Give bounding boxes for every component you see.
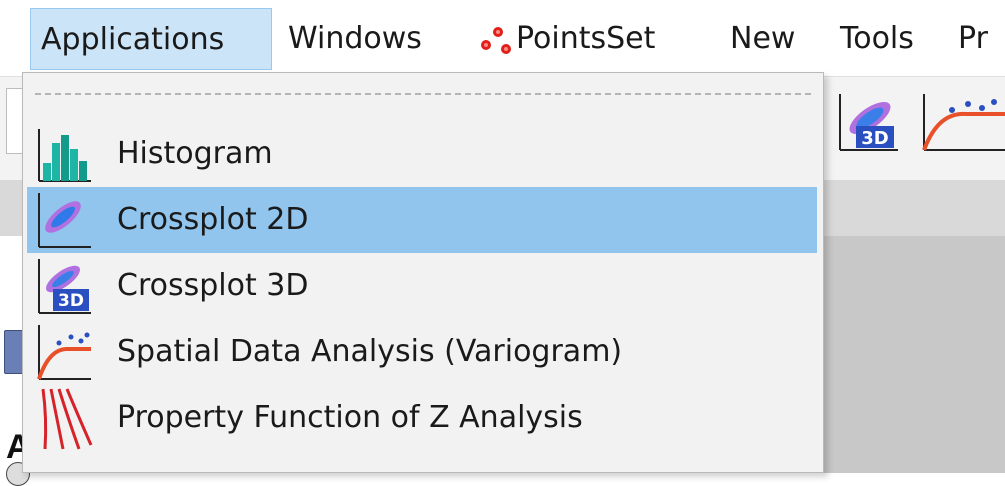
crossplot-3d-icon: 3D	[33, 253, 93, 319]
menu-pr-label: Pr	[958, 21, 988, 56]
menu-bar: Applications Windows PointsSet New Tools…	[0, 0, 1005, 76]
menu-item-property-function-z-label: Property Function of Z Analysis	[117, 400, 583, 435]
menu-pr-truncated[interactable]: Pr	[948, 8, 998, 70]
menu-tools[interactable]: Tools	[830, 8, 924, 70]
svg-text:3D: 3D	[58, 291, 84, 311]
property-function-z-icon	[33, 385, 93, 451]
menu-tearoff-line[interactable]	[35, 93, 811, 95]
menu-item-crossplot-3d[interactable]: 3D Crossplot 3D	[27, 253, 817, 319]
menu-item-variogram-label: Spatial Data Analysis (Variogram)	[117, 334, 623, 369]
crossplot-2d-icon	[33, 187, 93, 253]
applications-dropdown: Histogram Crossplot 2D 3D Crossplot 3D S…	[22, 72, 824, 473]
histogram-icon	[33, 121, 93, 187]
menu-windows-label: Windows	[288, 21, 422, 56]
menu-applications[interactable]: Applications	[30, 8, 272, 70]
menu-tools-label: Tools	[840, 21, 914, 56]
variogram-icon	[33, 319, 93, 385]
crossplot-3d-toolbar-icon[interactable]: 3D	[830, 90, 900, 154]
menu-item-crossplot-2d[interactable]: Crossplot 2D	[27, 187, 817, 253]
menu-pointsset-label: PointsSet	[516, 21, 656, 56]
svg-text:3D: 3D	[861, 128, 888, 149]
menu-item-variogram[interactable]: Spatial Data Analysis (Variogram)	[27, 319, 817, 385]
menu-item-crossplot-3d-label: Crossplot 3D	[117, 268, 309, 303]
menu-applications-label: Applications	[41, 22, 225, 57]
menu-item-crossplot-2d-label: Crossplot 2D	[117, 202, 309, 237]
menu-pointsset[interactable]: PointsSet	[470, 8, 665, 70]
variogram-toolbar-icon[interactable]	[916, 90, 1005, 154]
menu-item-property-function-z[interactable]: Property Function of Z Analysis	[27, 385, 817, 451]
points-set-icon	[478, 19, 512, 54]
menu-item-histogram-label: Histogram	[117, 136, 273, 171]
workspace-area	[820, 236, 1005, 473]
menu-new-label: New	[730, 21, 796, 56]
menu-windows[interactable]: Windows	[278, 8, 432, 70]
menu-item-histogram[interactable]: Histogram	[27, 121, 817, 187]
menu-new[interactable]: New	[720, 8, 805, 70]
